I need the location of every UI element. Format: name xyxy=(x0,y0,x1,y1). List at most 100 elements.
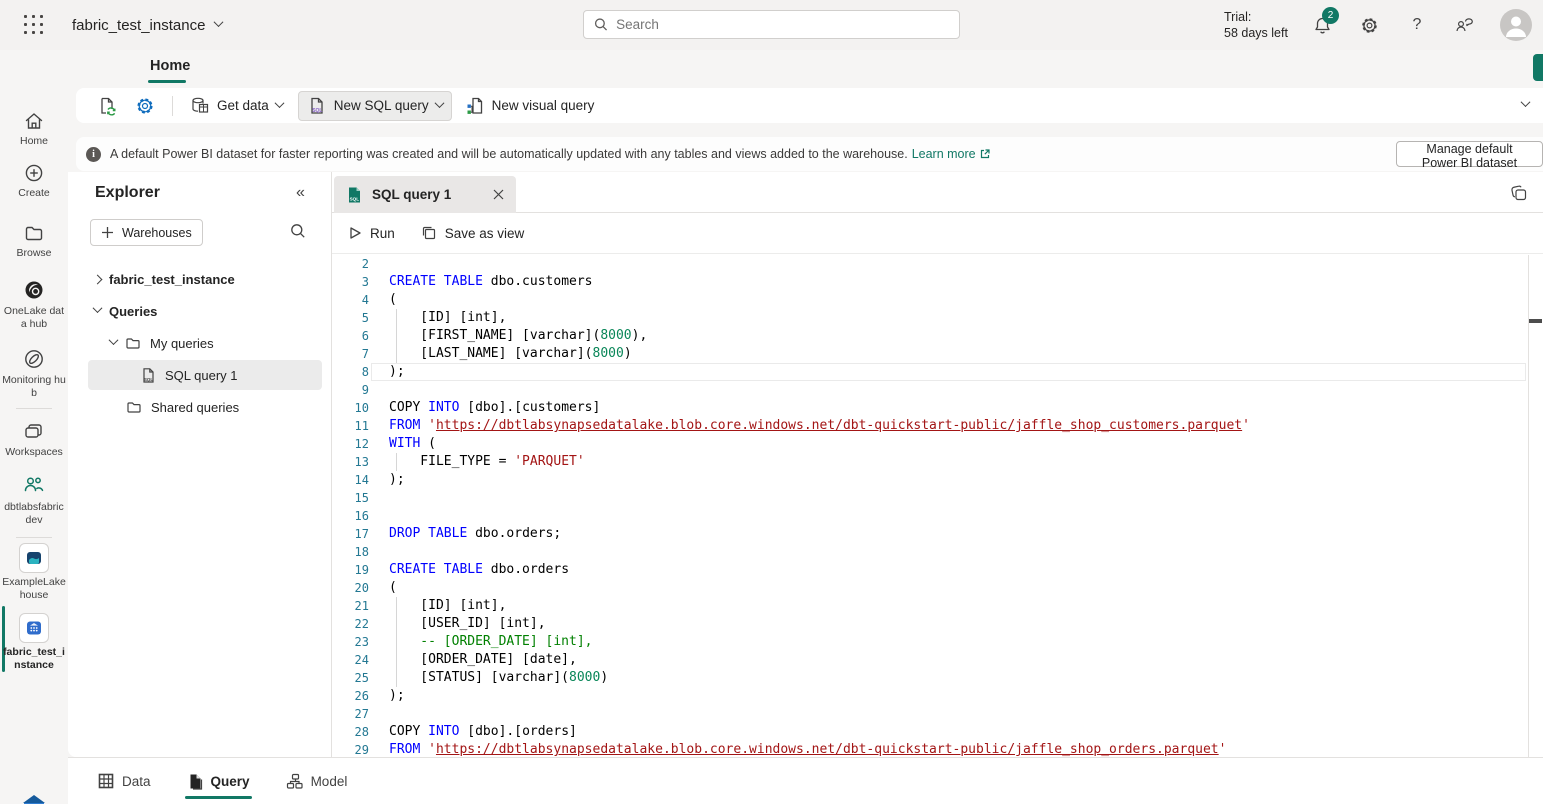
indent-guide xyxy=(396,309,397,327)
line-number: 7 xyxy=(332,345,369,363)
left-nav-rail: Home Create Browse OneLake data hub Moni… xyxy=(0,50,68,804)
rail-item-examplelakehouse[interactable]: ExampleLakehouse xyxy=(0,543,68,602)
code-line-2[interactable]: 2 xyxy=(332,255,1528,273)
view-tab-data[interactable]: Data xyxy=(98,758,151,804)
code-line-16[interactable]: 16 xyxy=(332,507,1528,525)
database-icon xyxy=(190,96,210,116)
rail-item-dbtlabsfabricdev[interactable]: dbtlabsfabricdev xyxy=(0,472,68,527)
code-line-23[interactable]: 23 -- [ORDER_DATE] [int], xyxy=(332,633,1528,651)
rail-item-browse[interactable]: Browse xyxy=(0,222,68,260)
code-line-5[interactable]: 5 [ID] [int], xyxy=(332,309,1528,327)
new-visual-query-button[interactable]: New visual query xyxy=(456,91,604,121)
code-line-24[interactable]: 24 [ORDER_DATE] [date], xyxy=(332,651,1528,669)
code-line-8[interactable]: 8); xyxy=(332,363,1528,381)
rail-item-home[interactable]: Home xyxy=(0,110,68,148)
get-data-button[interactable]: Get data xyxy=(181,91,292,121)
account-avatar[interactable] xyxy=(1500,9,1532,41)
code-line-7[interactable]: 7 [LAST_NAME] [varchar](8000) xyxy=(332,345,1528,363)
code-line-4[interactable]: 4( xyxy=(332,291,1528,309)
rail-item-onelake-data-hub[interactable]: OneLake data hub xyxy=(0,278,68,331)
rail-item-monitoring-hub[interactable]: Monitoring hub xyxy=(0,347,68,400)
command-bar: Get data SQL New SQL query New visual qu… xyxy=(76,88,1543,123)
rail-item-workspaces[interactable]: Workspaces xyxy=(0,419,68,459)
code-token: ' xyxy=(1219,742,1227,757)
open-tabs-list-button[interactable] xyxy=(1510,184,1528,202)
code-token: 8000 xyxy=(569,670,600,685)
code-token: INTO xyxy=(428,724,459,739)
close-tab-button[interactable] xyxy=(493,189,504,200)
save-view-icon xyxy=(421,225,437,241)
tree-item-queries[interactable]: Queries xyxy=(88,296,322,326)
query-tab[interactable]: SQL SQL query 1 xyxy=(334,176,516,213)
code-line-10[interactable]: 10COPY INTO [dbo].[customers] xyxy=(332,399,1528,417)
chevron-down-icon xyxy=(274,98,284,108)
tree-item-warehouse[interactable]: fabric_test_instance xyxy=(88,264,322,294)
plus-circle-icon xyxy=(23,162,45,184)
tab-home[interactable]: Home xyxy=(150,58,190,74)
code-line-26[interactable]: 26); xyxy=(332,687,1528,705)
code-line-29[interactable]: 29FROM 'https://dbtlabsynapsedatalake.bl… xyxy=(332,741,1528,757)
tree-item-my-queries[interactable]: My queries xyxy=(88,328,322,358)
rail-item-data-warehouse[interactable]: Data Warehouse xyxy=(0,793,68,804)
info-icon: i xyxy=(86,147,101,162)
code-token: ( xyxy=(389,292,397,307)
warehouse-settings-button[interactable] xyxy=(126,91,164,121)
search-input[interactable] xyxy=(616,17,949,32)
external-link-icon xyxy=(979,148,991,160)
code-line-25[interactable]: 25 [STATUS] [varchar](8000) xyxy=(332,669,1528,687)
help-button[interactable]: ? xyxy=(1405,13,1429,37)
code-line-28[interactable]: 28COPY INTO [dbo].[orders] xyxy=(332,723,1528,741)
code-line-27[interactable]: 27 xyxy=(332,705,1528,723)
code-line-18[interactable]: 18 xyxy=(332,543,1528,561)
new-warehouse-button[interactable]: Warehouses xyxy=(90,219,203,246)
warehouse-icon xyxy=(19,613,49,643)
line-number: 16 xyxy=(332,507,369,525)
chevron-right-icon xyxy=(93,274,103,284)
new-sql-query-button[interactable]: SQL New SQL query xyxy=(298,91,452,121)
code-line-22[interactable]: 22 [USER_ID] [int], xyxy=(332,615,1528,633)
play-icon xyxy=(348,226,362,240)
settings-button[interactable] xyxy=(1357,13,1381,37)
code-line-9[interactable]: 9 xyxy=(332,381,1528,399)
view-tab-model[interactable]: Model xyxy=(286,758,348,804)
code-line-17[interactable]: 17DROP TABLE dbo.orders; xyxy=(332,525,1528,543)
manage-dataset-button[interactable]: Manage default Power BI dataset xyxy=(1396,141,1543,167)
scrollbar-cursor-marker[interactable] xyxy=(1529,319,1542,323)
app-launcher-icon[interactable] xyxy=(24,15,44,35)
code-token: INTO xyxy=(428,400,459,415)
global-search[interactable] xyxy=(583,10,960,39)
rail-item-fabric-test-instance[interactable]: fabric_test_instance xyxy=(0,613,68,672)
indent-guide xyxy=(396,633,397,651)
line-number: 29 xyxy=(332,741,369,757)
line-number: 14 xyxy=(332,471,369,489)
tree-item-shared-queries[interactable]: Shared queries xyxy=(88,392,322,422)
code-line-6[interactable]: 6 [FIRST_NAME] [varchar](8000), xyxy=(332,327,1528,345)
code-line-21[interactable]: 21 [ID] [int], xyxy=(332,597,1528,615)
code-line-14[interactable]: 14); xyxy=(332,471,1528,489)
rail-item-create[interactable]: Create xyxy=(0,162,68,200)
feedback-button[interactable] xyxy=(1452,13,1476,37)
run-button[interactable]: Run xyxy=(348,226,395,241)
explorer-search-button[interactable] xyxy=(290,223,306,239)
code-line-12[interactable]: 12WITH ( xyxy=(332,435,1528,453)
view-tab-query[interactable]: Query xyxy=(187,758,250,804)
learn-more-link[interactable]: Learn more xyxy=(912,147,991,161)
code-line-19[interactable]: 19CREATE TABLE dbo.orders xyxy=(332,561,1528,579)
toolbar-expand-chevron[interactable] xyxy=(1521,97,1531,107)
tree-item-sql-query-1[interactable]: SQL SQL query 1 xyxy=(88,360,322,390)
collapse-panel-button[interactable]: « xyxy=(296,184,305,202)
indent-guide xyxy=(396,651,397,669)
sql-code-editor[interactable]: 23CREATE TABLE dbo.customers4(5 [ID] [in… xyxy=(332,255,1529,757)
code-line-15[interactable]: 15 xyxy=(332,489,1528,507)
workspace-switcher[interactable]: fabric_test_instance xyxy=(72,17,222,34)
save-as-view-button[interactable]: Save as view xyxy=(421,225,525,241)
refresh-dataset-button[interactable] xyxy=(88,91,126,121)
code-line-3[interactable]: 3CREATE TABLE dbo.customers xyxy=(332,273,1528,291)
code-line-11[interactable]: 11FROM 'https://dbtlabsynapsedatalake.bl… xyxy=(332,417,1528,435)
share-button[interactable]: Share xyxy=(1533,54,1543,81)
code-line-13[interactable]: 13 FILE_TYPE = 'PARQUET' xyxy=(332,453,1528,471)
code-line-20[interactable]: 20( xyxy=(332,579,1528,597)
table-grid-icon xyxy=(98,773,114,789)
line-number: 20 xyxy=(332,579,369,597)
explorer-panel: Explorer « Warehouses fabric_test_instan… xyxy=(68,172,332,757)
